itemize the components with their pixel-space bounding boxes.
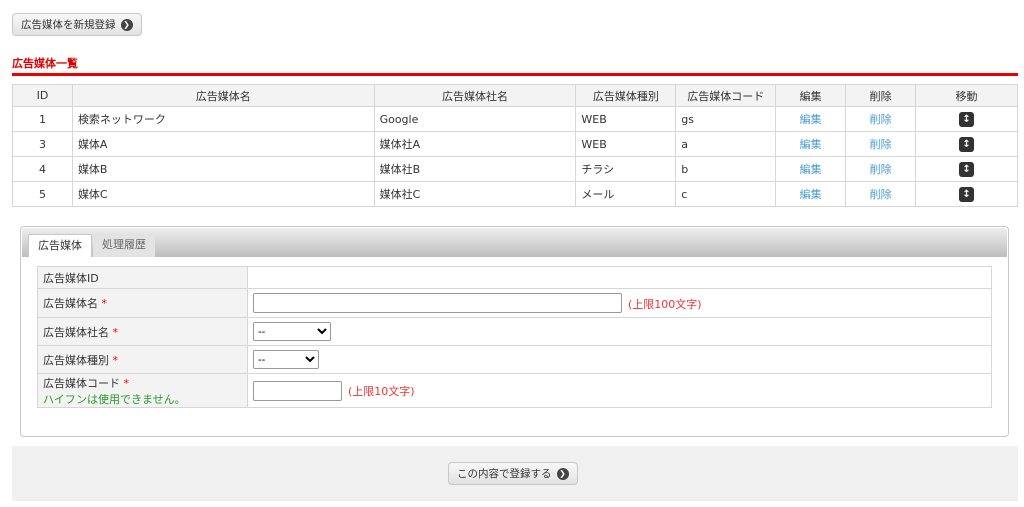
cell-name: 媒体A — [71, 131, 375, 157]
cell-code: c — [675, 181, 777, 207]
edit-link[interactable]: 編集 — [800, 188, 822, 201]
header-type: 広告媒体種別 — [575, 84, 677, 107]
cell-company: 媒体社A — [373, 131, 577, 157]
header-move: 移動 — [915, 84, 1018, 107]
divider — [12, 73, 1018, 76]
cell-name: 媒体C — [71, 181, 375, 207]
cell-code: gs — [675, 106, 777, 132]
required-mark: * — [112, 353, 119, 367]
edit-link[interactable]: 編集 — [800, 163, 822, 176]
cell-code: b — [675, 156, 777, 182]
name-limit: (上限100文字) — [628, 297, 702, 311]
cell-name: 検索ネットワーク — [71, 106, 375, 132]
table-row: 1 検索ネットワーク Google WEB gs 編集 削除 ↕ — [12, 106, 1018, 132]
edit-link[interactable]: 編集 — [800, 113, 822, 126]
code-limit: (上限10文字) — [348, 385, 415, 398]
cell-company: 媒体社C — [373, 181, 577, 207]
submit-button[interactable]: この内容で登録する ❯ — [448, 462, 578, 485]
delete-link[interactable]: 削除 — [870, 163, 892, 176]
cell-company: 媒体社B — [373, 156, 577, 182]
cell-company: Google — [373, 106, 577, 132]
header-edit: 編集 — [775, 84, 847, 107]
delete-link[interactable]: 削除 — [870, 113, 892, 126]
tab-media[interactable]: 広告媒体 — [28, 234, 92, 257]
code-hint: ハイフンは使用できません。 — [43, 392, 186, 406]
required-mark: * — [101, 297, 108, 310]
arrow-right-icon: ❯ — [120, 18, 133, 31]
required-mark: * — [112, 325, 119, 339]
cell-id: 3 — [12, 131, 73, 157]
edit-link[interactable]: 編集 — [800, 138, 822, 151]
cell-type: WEB — [575, 131, 677, 157]
id-label: 広告媒体ID — [37, 266, 248, 289]
cell-type: チラシ — [575, 156, 677, 182]
table-row: 4 媒体B 媒体社B チラシ b 編集 削除 ↕ — [12, 156, 1018, 182]
tab-history[interactable]: 処理履歴 — [93, 234, 155, 257]
table-row: 5 媒体C 媒体社C メール c 編集 削除 ↕ — [12, 181, 1018, 207]
cell-name: 媒体B — [71, 156, 375, 182]
form-footer: この内容で登録する ❯ — [12, 446, 1018, 501]
header-company: 広告媒体社名 — [373, 84, 577, 107]
tab-bar: 広告媒体 処理履歴 — [22, 228, 1007, 257]
delete-link[interactable]: 削除 — [870, 188, 892, 201]
cell-type: WEB — [575, 106, 677, 132]
section-title: 広告媒体一覧 — [12, 57, 78, 70]
required-mark: * — [123, 376, 130, 390]
move-handle-icon[interactable]: ↕ — [959, 186, 975, 202]
id-value — [247, 266, 992, 289]
company-label: 広告媒体社名 — [43, 325, 109, 339]
move-handle-icon[interactable]: ↕ — [959, 161, 975, 177]
cell-id: 5 — [12, 181, 73, 207]
move-handle-icon[interactable]: ↕ — [959, 136, 975, 152]
move-handle-icon[interactable]: ↕ — [959, 111, 975, 127]
cell-id: 1 — [12, 106, 73, 132]
type-label: 広告媒体種別 — [43, 353, 109, 367]
header-name: 広告媒体名 — [71, 84, 375, 107]
cell-type: メール — [575, 181, 677, 207]
table-row: 3 媒体A 媒体社A WEB a 編集 削除 ↕ — [12, 131, 1018, 157]
header-code: 広告媒体コード — [675, 84, 777, 107]
code-label: 広告媒体コード — [43, 376, 120, 390]
delete-link[interactable]: 削除 — [870, 138, 892, 151]
type-select[interactable]: -- — [253, 350, 319, 369]
media-form: 広告媒体ID 広告媒体名 * (上限100文字) 広告媒体社名 * -- 広告媒… — [37, 266, 992, 408]
header-id: ID — [12, 84, 73, 107]
cell-code: a — [675, 131, 777, 157]
name-label: 広告媒体名 — [43, 297, 98, 310]
new-media-button[interactable]: 広告媒体を新規登録 ❯ — [12, 13, 142, 36]
cell-id: 4 — [12, 156, 73, 182]
code-input[interactable] — [253, 380, 342, 401]
header-delete: 削除 — [845, 84, 917, 107]
company-select[interactable]: -- — [253, 322, 331, 341]
media-table: ID 広告媒体名 広告媒体社名 広告媒体種別 広告媒体コード 編集 削除 移動 … — [12, 84, 1018, 207]
arrow-right-icon: ❯ — [556, 467, 569, 480]
name-input[interactable] — [253, 293, 622, 313]
